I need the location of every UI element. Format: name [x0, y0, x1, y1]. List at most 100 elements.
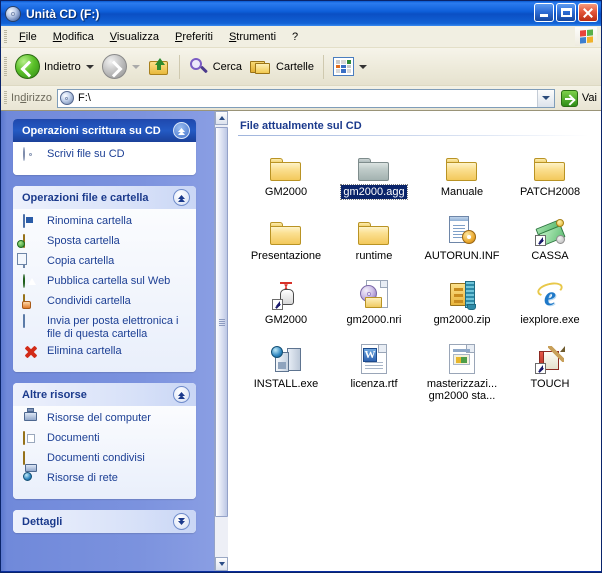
menu-grip[interactable]	[4, 30, 7, 43]
file-label: INSTALL.exe	[253, 378, 319, 390]
thumbnail-document-icon	[449, 344, 475, 374]
file-item[interactable]: Presentazione	[242, 210, 330, 263]
sidebar-item-label: Risorse del computer	[47, 412, 151, 424]
file-label: gm2000.zip	[433, 314, 491, 326]
file-label: masterizzazi... gm2000 sta...	[426, 378, 498, 402]
panel-other-places-header[interactable]: Altre risorse	[13, 383, 196, 406]
panel-details: Dettagli	[13, 510, 196, 533]
up-folder-icon	[148, 57, 170, 77]
file-item[interactable]: masterizzazi... gm2000 sta...	[418, 338, 506, 403]
panel-details-title: Dettagli	[22, 515, 63, 528]
sidebar-item-copy-folder[interactable]: Copia cartella	[23, 254, 190, 271]
sidebar-item-network[interactable]: Risorse di rete	[23, 472, 190, 488]
forward-button[interactable]	[98, 52, 144, 82]
file-label: gm2000.nri	[346, 314, 402, 326]
views-dropdown-caret-icon[interactable]	[358, 64, 367, 69]
file-item-selected[interactable]: gm2000.agg	[330, 146, 418, 200]
rename-icon	[23, 214, 40, 231]
address-input[interactable]: F:\	[56, 88, 555, 108]
panel-file-tasks-header[interactable]: Operazioni file e cartella	[13, 186, 196, 209]
folders-button[interactable]: Cartelle	[246, 52, 318, 82]
panel-file-tasks-title: Operazioni file e cartella	[22, 191, 149, 204]
menu-item-preferiti[interactable]: Preferiti	[167, 29, 221, 45]
menu-item-file[interactable]: File	[11, 29, 45, 45]
sidebar-item-my-computer[interactable]: Risorse del computer	[23, 412, 190, 428]
touch-shortcut-icon	[535, 346, 565, 374]
panel-details-header[interactable]: Dettagli	[13, 510, 196, 533]
file-item[interactable]: INSTALL.exe	[242, 338, 330, 403]
menu-item-help[interactable]: ?	[284, 29, 306, 45]
sidebar-scrollbar[interactable]	[214, 111, 228, 571]
back-dropdown-caret-icon[interactable]	[85, 64, 94, 69]
address-grip[interactable]	[4, 91, 7, 105]
file-item[interactable]: CASSA	[506, 210, 594, 263]
file-item[interactable]: GM2000	[242, 146, 330, 199]
file-item[interactable]: GM2000	[242, 274, 330, 327]
sidebar-item-shared-documents[interactable]: Documenti condivisi	[23, 451, 190, 468]
scroll-down-button[interactable]	[215, 557, 228, 571]
menu-item-strumenti[interactable]: Strumenti	[221, 29, 284, 45]
toolbar: Indietro Cerca Cartelle	[1, 48, 601, 86]
file-label: GM2000	[264, 314, 308, 326]
inf-file-icon	[448, 216, 476, 246]
publish-web-icon	[23, 274, 40, 291]
burn-cd-icon	[23, 147, 40, 164]
sidebar-item-rename-folder[interactable]: Rinomina cartella	[23, 214, 190, 231]
nero-file-icon	[360, 280, 388, 310]
folders-icon	[250, 58, 272, 76]
search-button[interactable]: Cerca	[185, 52, 246, 82]
scroll-up-button[interactable]	[215, 111, 228, 125]
menu-item-modifica[interactable]: Modifica	[45, 29, 102, 45]
chevron-up-icon[interactable]	[173, 189, 190, 206]
go-button[interactable]: Vai	[560, 89, 597, 107]
sidebar-item-burn-cd[interactable]: Scrivi file su CD	[23, 147, 190, 164]
file-item[interactable]: runtime	[330, 210, 418, 263]
forward-arrow-icon	[101, 54, 127, 79]
close-button[interactable]	[578, 3, 598, 22]
scrollbar-thumb[interactable]	[215, 127, 228, 517]
sidebar-item-delete-folder[interactable]: Elimina cartella	[23, 345, 190, 361]
maximize-button[interactable]	[556, 3, 576, 22]
go-arrow-icon	[560, 89, 578, 107]
up-button[interactable]	[144, 52, 174, 82]
scrollbar-track[interactable]	[215, 125, 228, 557]
views-button[interactable]	[329, 52, 371, 82]
panel-cd-tasks: Operazioni scrittura su CD Scrivi file s…	[13, 119, 196, 175]
chevron-up-icon[interactable]	[173, 386, 190, 403]
minimize-button[interactable]	[534, 3, 554, 22]
file-item[interactable]: PATCH2008	[506, 146, 594, 199]
sidebar-item-label: Invia per posta elettronica i file di qu…	[47, 315, 179, 340]
cd-drive-icon	[5, 5, 21, 22]
file-item[interactable]: W licenza.rtf	[330, 338, 418, 403]
file-item[interactable]: gm2000.zip	[418, 274, 506, 327]
sidebar-item-move-folder[interactable]: Sposta cartella	[23, 234, 190, 251]
sidebar-item-documents[interactable]: Documenti	[23, 431, 190, 448]
file-label: GM2000	[264, 186, 308, 198]
sidebar-item-publish-web[interactable]: Pubblica cartella sul Web	[23, 274, 190, 291]
address-dropdown-button[interactable]	[536, 89, 554, 107]
panel-cd-tasks-header[interactable]: Operazioni scrittura su CD	[13, 119, 196, 142]
click-shortcut-icon	[272, 282, 300, 310]
file-item[interactable]: gm2000.nri	[330, 274, 418, 327]
back-label: Indietro	[44, 60, 81, 73]
sidebar-item-share-folder[interactable]: Condividi cartella	[23, 294, 190, 311]
back-button[interactable]: Indietro	[11, 52, 98, 82]
file-label: CASSA	[531, 250, 569, 262]
sidebar-item-label: Copia cartella	[47, 255, 115, 267]
address-value: F:\	[77, 92, 91, 104]
sidebar-item-label: Sposta cartella	[47, 235, 120, 247]
file-list-pane[interactable]: File attualmente sul CD GM2000 gm2000.ag…	[228, 111, 601, 571]
file-item[interactable]: Manuale	[418, 146, 506, 199]
chevron-up-icon[interactable]	[173, 122, 190, 139]
file-item[interactable]: e iexplore.exe	[506, 274, 594, 327]
sidebar-item-email-files[interactable]: Invia per posta elettronica i file di qu…	[23, 314, 190, 341]
file-item[interactable]: TOUCH	[506, 338, 594, 403]
chevron-down-icon[interactable]	[173, 513, 190, 530]
toolbar-grip[interactable]	[4, 57, 7, 77]
forward-dropdown-caret-icon[interactable]	[131, 64, 140, 69]
menu-item-visualizza[interactable]: Visualizza	[102, 29, 167, 45]
file-item[interactable]: AUTORUN.INF	[418, 210, 506, 263]
address-bar: Indirizzo F:\ Vai	[1, 86, 601, 111]
sidebar-item-label: Condividi cartella	[47, 295, 131, 307]
sidebar-item-label: Risorse di rete	[47, 472, 118, 484]
